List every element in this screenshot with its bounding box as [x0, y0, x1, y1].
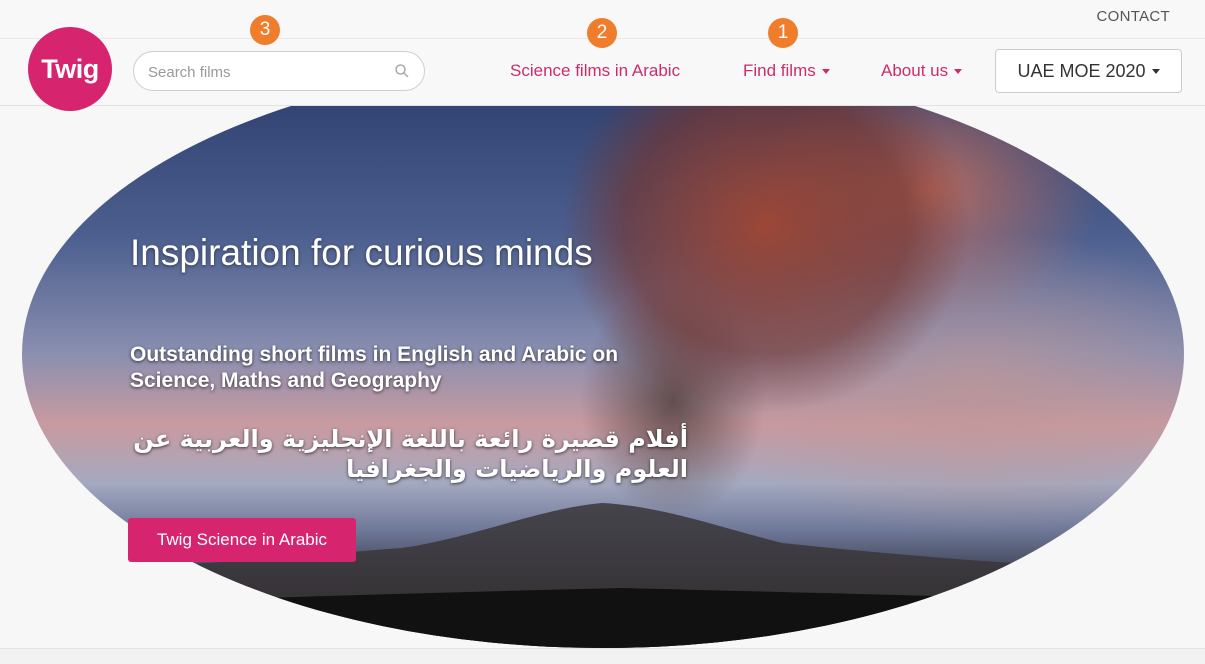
- chevron-down-icon: [821, 69, 830, 75]
- bottom-strip: [0, 648, 1205, 664]
- annotation-badge-2: 2: [587, 18, 617, 48]
- nav-about-us-label: About us: [881, 61, 949, 80]
- nav-about-us[interactable]: About us: [881, 61, 963, 81]
- hero-subtitle: Outstanding short films in English and A…: [130, 343, 619, 392]
- uae-moe-dropdown[interactable]: UAE MOE 2020: [995, 49, 1182, 93]
- contact-link[interactable]: CONTACT: [1097, 8, 1170, 25]
- twig-logo[interactable]: Twig: [28, 27, 112, 111]
- nav-find-films-label: Find films: [743, 61, 816, 80]
- search-box: [133, 51, 425, 91]
- search-input[interactable]: [146, 60, 390, 84]
- nav-science-films-arabic[interactable]: Science films in Arabic: [510, 61, 680, 81]
- uae-moe-label: UAE MOE 2020: [1017, 60, 1146, 81]
- hero-title: Inspiration for curious minds: [130, 232, 593, 273]
- nav-find-films[interactable]: Find films: [743, 61, 830, 81]
- search-icon[interactable]: [394, 63, 410, 79]
- chevron-down-icon: [1151, 68, 1160, 74]
- chevron-down-icon: [954, 69, 963, 75]
- annotation-badge-3: 3: [250, 15, 280, 45]
- twig-science-arabic-button[interactable]: Twig Science in Arabic: [128, 518, 356, 562]
- hero-arabic-text: أفلام قصيرة رائعة باللغة الإنجليزية والع…: [133, 425, 688, 483]
- annotation-badge-1: 1: [768, 18, 798, 48]
